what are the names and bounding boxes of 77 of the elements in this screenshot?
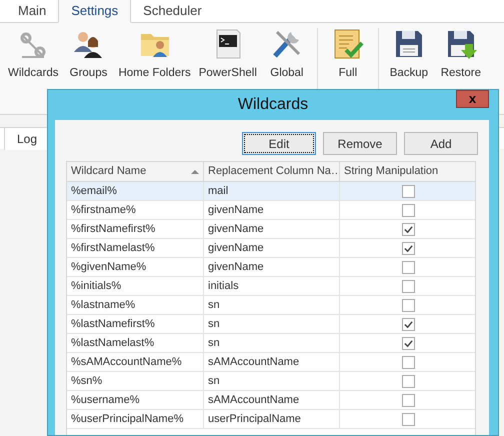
dialog-button[interactable]: Edit [242, 132, 316, 155]
checkbox[interactable] [402, 260, 415, 274]
table-row[interactable]: %sn% sn [67, 372, 475, 391]
column-title: Replacement Column Na… [208, 164, 339, 180]
checkbox[interactable] [402, 298, 415, 312]
ribbon-button[interactable]: PowerShell [198, 28, 257, 80]
table-cell: %sn% [67, 372, 204, 390]
ribbon-button[interactable]: Full [332, 28, 364, 80]
table-cell: sn [204, 334, 340, 352]
checklist-icon [332, 28, 364, 60]
ribbon-tab[interactable]: Scheduler [131, 0, 214, 22]
column-title: String Manipulation [344, 164, 438, 180]
ribbon-button[interactable]: Global [270, 28, 304, 80]
table-cell: givenName [204, 239, 340, 257]
checkbox[interactable] [402, 356, 415, 368]
table-cell: mail [204, 182, 340, 200]
sort-arrow-icon [191, 170, 199, 174]
table-cell: userPrincipalName [204, 410, 340, 428]
table-row[interactable]: %givenName% givenName [67, 258, 475, 277]
table-cell: %lastNamefirst% [67, 315, 204, 333]
table-cell: givenName [204, 201, 340, 219]
column-header[interactable]: String Manipulation [340, 162, 477, 181]
table-row[interactable]: %lastNamelast% sn [67, 334, 475, 353]
table-cell: sAMAccountName [204, 353, 340, 371]
table-row[interactable]: %username% sAMAccountName [67, 391, 475, 410]
table-cell: %initials% [67, 277, 204, 295]
column-title: Wildcard Name [71, 164, 146, 180]
table-cell: %firstNamelast% [67, 239, 204, 257]
dialog-button[interactable]: Remove [323, 132, 397, 155]
table-cell: sn [204, 296, 340, 314]
table-cell: %lastname% [67, 296, 204, 314]
table-cell: %givenName% [67, 258, 204, 276]
table-cell: sAMAccountName [204, 391, 340, 409]
table-row[interactable]: %firstNamelast% givenName [67, 239, 475, 258]
ribbon-button[interactable]: Groups [70, 28, 108, 80]
checkbox[interactable] [402, 336, 415, 350]
checkbox[interactable] [402, 222, 415, 236]
table-row[interactable]: %lastname% sn [67, 296, 475, 315]
table-cell: %firstNamefirst% [67, 220, 204, 238]
table-cell: sn [204, 315, 340, 333]
table-cell: %username% [67, 391, 204, 409]
checkbox[interactable] [402, 318, 415, 330]
ribbon-button[interactable]: Restore [440, 28, 482, 80]
table-row[interactable]: %firstname% givenName [67, 201, 475, 220]
table-cell: %email% [67, 182, 204, 200]
ribbon-tab[interactable]: Main [6, 0, 58, 22]
table-cell: sn [204, 372, 340, 390]
table-cell: %lastNamelast% [67, 334, 204, 352]
table-cell: %sAMAccountName% [67, 353, 204, 371]
table-cell: initials [204, 277, 340, 295]
table-row[interactable]: %sAMAccountName% sAMAccountName [67, 353, 475, 372]
table-row[interactable]: %firstNamefirst% givenName [67, 220, 475, 239]
table-row[interactable]: %lastNamefirst% sn [67, 315, 475, 334]
close-button[interactable]: x [456, 90, 489, 108]
table-row[interactable]: %userPrincipalName% userPrincipalName [67, 410, 475, 429]
ribbon-tab[interactable]: Settings [58, 0, 132, 23]
checkbox[interactable] [402, 184, 415, 198]
checkbox[interactable] [402, 412, 415, 426]
table-cell: givenName [204, 220, 340, 238]
table-cell: %firstname% [67, 201, 204, 219]
ribbon-button[interactable]: Home Folders [118, 28, 191, 80]
table-row[interactable]: %email% mail [67, 182, 475, 201]
dialog-title: Wildcards [238, 95, 308, 115]
checkbox[interactable] [402, 242, 415, 254]
table-cell: givenName [204, 258, 340, 276]
column-header[interactable]: Replacement Column Na… [204, 162, 340, 181]
ribbon-button[interactable]: Backup [390, 28, 428, 80]
table-cell: %userPrincipalName% [67, 410, 204, 428]
checkbox[interactable] [402, 280, 415, 292]
ribbon-button[interactable]: Wildcards [8, 28, 58, 80]
column-header[interactable]: Wildcard Name [67, 162, 204, 181]
checkbox[interactable] [402, 204, 415, 216]
checkbox[interactable] [402, 394, 415, 406]
dialog-button[interactable]: Add [404, 132, 478, 155]
tools-icon [270, 28, 303, 60]
checkbox[interactable] [402, 374, 415, 388]
table-row[interactable]: %initials% initials [67, 277, 475, 296]
